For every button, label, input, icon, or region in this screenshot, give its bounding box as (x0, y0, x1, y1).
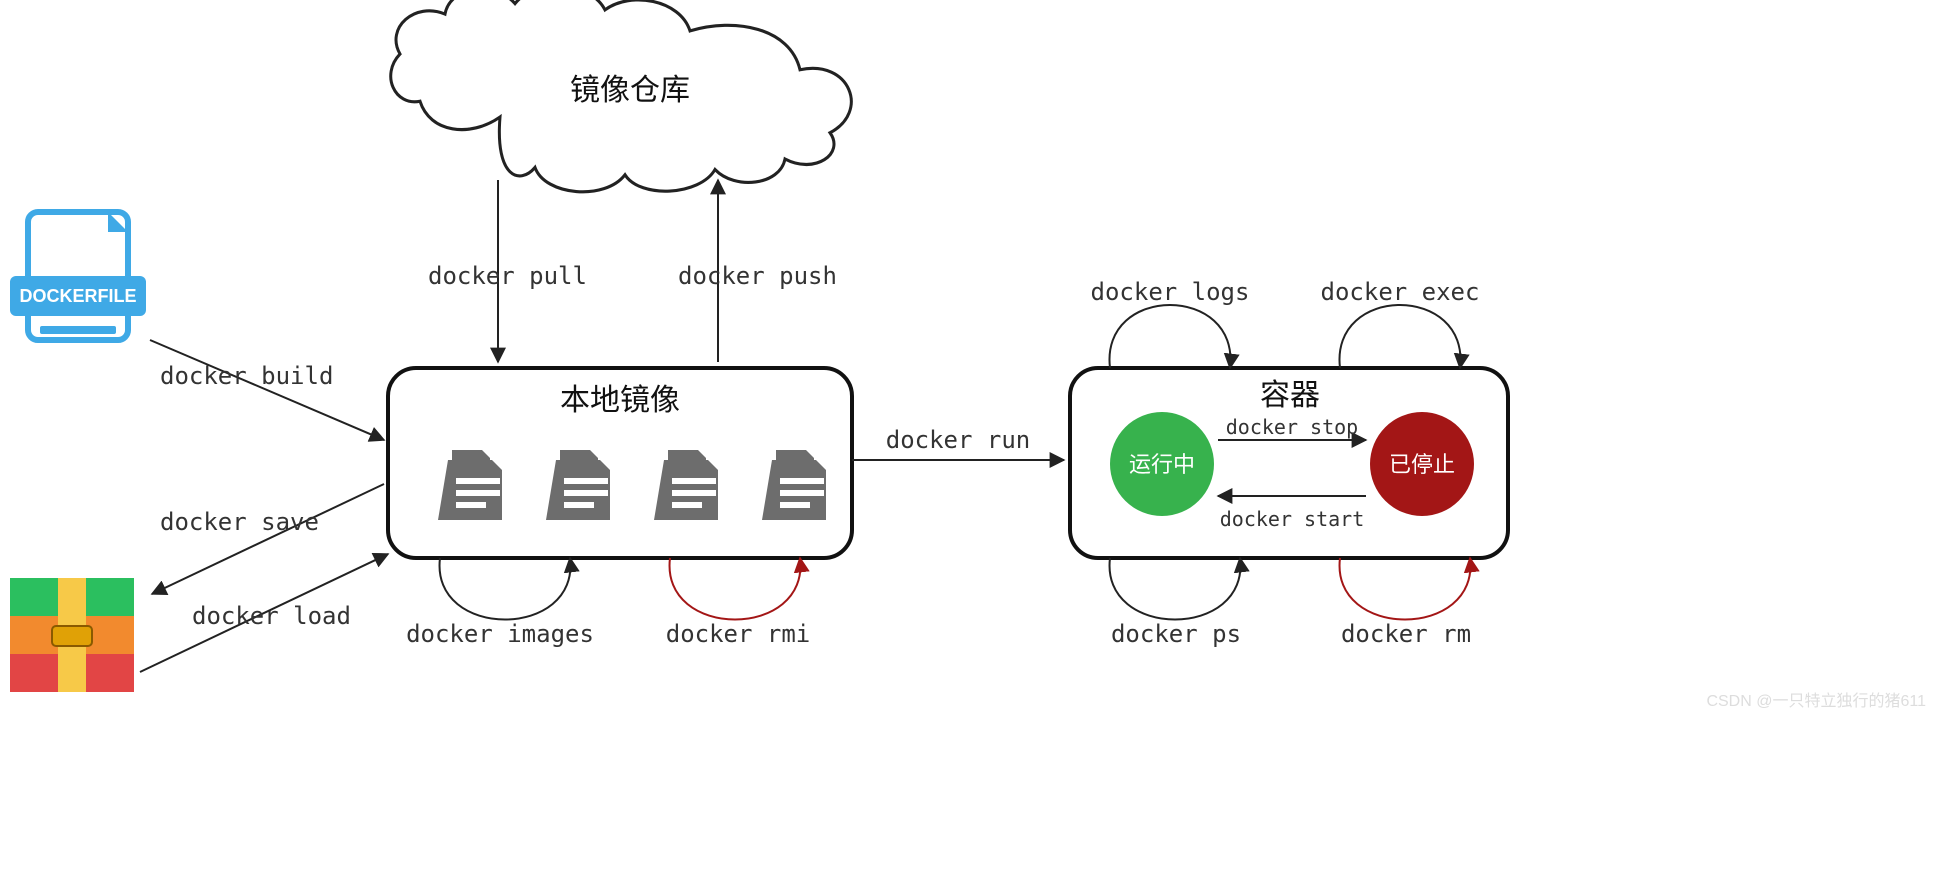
container-node: 容器 运行中 已停止 docker stop docker start (1070, 368, 1508, 558)
edge-start: docker start (1220, 507, 1365, 531)
edge-pull: docker pull (428, 262, 587, 290)
diagram-canvas: 镜像仓库 DOCKERFILE 本地镜像 (0, 0, 1936, 886)
registry-label: 镜像仓库 (570, 74, 690, 107)
local-images-node: 本地镜像 (388, 368, 852, 558)
edge-images: docker images (406, 620, 594, 648)
container-label: 容器 (1260, 379, 1320, 412)
edge-rmi: docker rmi (666, 620, 811, 648)
local-images-label: 本地镜像 (560, 384, 680, 417)
edge-build: docker build (160, 362, 333, 390)
edge-push: docker push (678, 262, 837, 290)
edge-load: docker load (192, 602, 351, 630)
registry-node: 镜像仓库 (391, 0, 852, 192)
dockerfile-icon: DOCKERFILE (10, 212, 146, 340)
edge-save: docker save (160, 508, 319, 536)
edge-rm-loop (1340, 558, 1471, 620)
edge-stop: docker stop (1226, 415, 1358, 439)
archive-icon (10, 578, 134, 692)
dockerfile-label: DOCKERFILE (20, 286, 137, 306)
watermark: CSDN @一只特立独行的猪611 (1706, 692, 1926, 710)
stopped-label: 已停止 (1389, 452, 1455, 477)
edge-logs-loop (1109, 305, 1230, 368)
edge-images-loop (440, 558, 571, 620)
edge-build-line (150, 340, 384, 440)
edge-rm: docker rm (1341, 620, 1471, 648)
edge-exec: docker exec (1321, 278, 1480, 306)
edge-exec-loop (1339, 305, 1460, 368)
edge-ps: docker ps (1111, 620, 1241, 648)
edge-run: docker run (886, 426, 1031, 454)
edge-ps-loop (1110, 558, 1241, 620)
running-label: 运行中 (1129, 452, 1195, 477)
edge-logs: docker logs (1091, 278, 1250, 306)
edge-save-line (152, 484, 384, 594)
edge-rmi-loop (670, 558, 801, 620)
